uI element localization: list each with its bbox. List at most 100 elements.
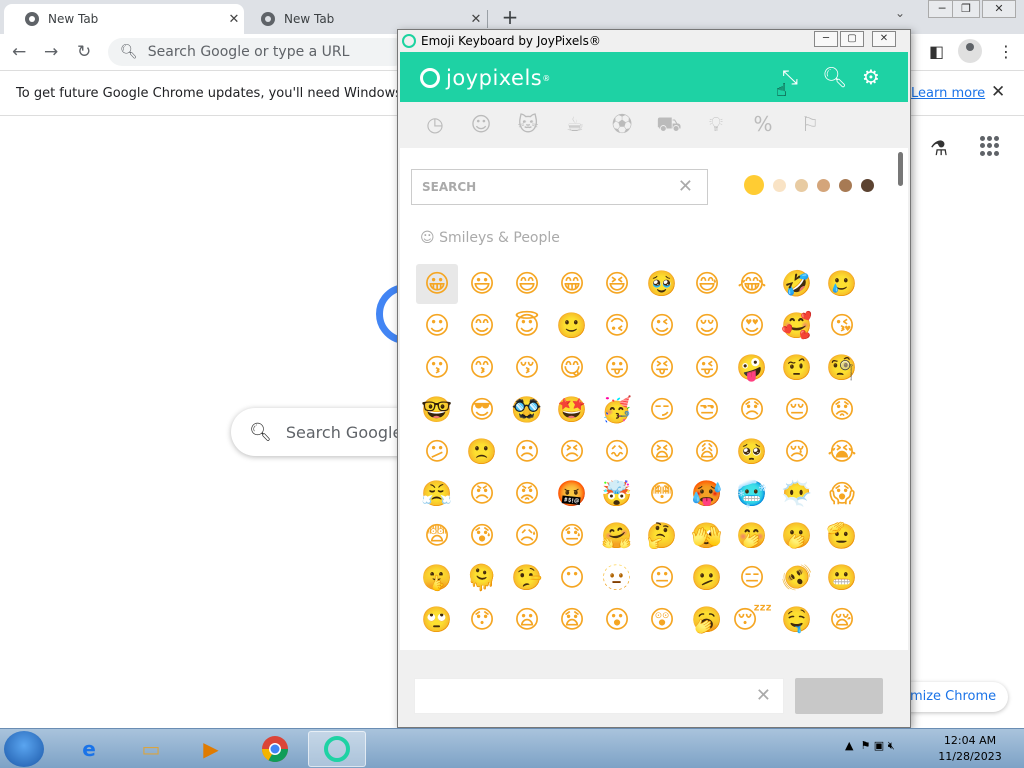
animal-cat-icon[interactable]: 🐱︎: [514, 110, 542, 138]
emoji-button[interactable]: 😛: [596, 348, 638, 388]
emoji-button[interactable]: 🥺: [731, 432, 773, 472]
emoji-button[interactable]: 😞: [731, 390, 773, 430]
close-window-button[interactable]: ✕: [982, 0, 1016, 18]
emoji-button[interactable]: 🤨: [776, 348, 818, 388]
emoji-button[interactable]: 😓: [551, 516, 593, 556]
emoji-button[interactable]: 😁: [551, 264, 593, 304]
side-panel-icon[interactable]: ◧: [929, 42, 944, 61]
reload-icon[interactable]: ↻: [77, 42, 91, 62]
sport-ball-icon[interactable]: ⚽︎: [608, 110, 636, 138]
emoji-close-button[interactable]: ✕: [872, 31, 896, 47]
emoji-button[interactable]: 😔: [776, 390, 818, 430]
emoji-button[interactable]: 🥱: [686, 600, 728, 640]
forward-arrow-icon[interactable]: →: [44, 42, 58, 62]
emoji-button[interactable]: 🥵: [686, 474, 728, 514]
emoji-button[interactable]: 😀: [416, 264, 458, 304]
emoji-button[interactable]: 😏: [641, 390, 683, 430]
emoji-button[interactable]: 😖: [596, 432, 638, 472]
tab-search-chevron-icon[interactable]: ⌄: [895, 6, 905, 20]
emoji-search-input[interactable]: SEARCH ✕: [411, 169, 708, 205]
emoji-button[interactable]: 🫠: [461, 558, 503, 598]
recent-clock-icon[interactable]: ◷: [421, 110, 449, 138]
profile-avatar[interactable]: [958, 39, 982, 63]
lightbulb-icon[interactable]: 💡︎: [702, 110, 730, 138]
emoji-button[interactable]: 😐: [641, 558, 683, 598]
emoji-button[interactable]: 🤬: [551, 474, 593, 514]
clear-output-icon[interactable]: ✕: [756, 685, 771, 706]
skin-tone-swatch[interactable]: [773, 178, 786, 192]
emoji-button[interactable]: 😉: [641, 306, 683, 346]
start-button[interactable]: [4, 731, 44, 767]
emoji-button[interactable]: 😂: [731, 264, 773, 304]
emoji-button[interactable]: 😦: [506, 600, 548, 640]
emoji-button[interactable]: 🥹: [641, 264, 683, 304]
emoji-button[interactable]: 😄: [506, 264, 548, 304]
tab-new-tab-1[interactable]: New Tab ✕: [4, 4, 244, 34]
emoji-button[interactable]: 🫢: [776, 516, 818, 556]
emoji-button[interactable]: 😜: [686, 348, 728, 388]
address-bar[interactable]: 🔍︎ Search Google or type a URL: [108, 38, 408, 66]
emoji-button[interactable]: 😋: [551, 348, 593, 388]
media-player-icon[interactable]: ▶: [182, 731, 240, 767]
emoji-button[interactable]: 😢: [776, 432, 818, 472]
emoji-button[interactable]: 🙄: [416, 600, 458, 640]
emoji-button[interactable]: 😇: [506, 306, 548, 346]
emoji-button[interactable]: 😘: [821, 306, 863, 346]
tray-icons[interactable]: ▲ ⚑ ▣ 🔇︎: [845, 739, 895, 753]
menu-kebab-icon[interactable]: ⋮: [998, 42, 1014, 61]
emoji-button[interactable]: 😕: [416, 432, 458, 472]
back-arrow-icon[interactable]: ←: [12, 42, 26, 62]
emoji-maximize-button[interactable]: ▢: [840, 31, 864, 47]
emoji-button[interactable]: 😎: [461, 390, 503, 430]
skin-tone-swatch[interactable]: [744, 175, 764, 195]
smiley-icon[interactable]: ☺: [467, 110, 495, 138]
file-explorer-icon[interactable]: ▭: [122, 731, 180, 767]
emoji-button[interactable]: 😤: [416, 474, 458, 514]
emoji-button[interactable]: 🫤: [686, 558, 728, 598]
emoji-button[interactable]: 🤣: [776, 264, 818, 304]
skin-tone-swatch[interactable]: [817, 178, 830, 192]
emoji-button[interactable]: 🤩: [551, 390, 593, 430]
settings-gear-icon[interactable]: ⚙: [862, 65, 880, 89]
emoji-button[interactable]: ☺: [416, 306, 458, 346]
flag-icon[interactable]: ⚐: [796, 110, 824, 138]
emoji-button[interactable]: 😳: [641, 474, 683, 514]
emoji-button[interactable]: 😶: [551, 558, 593, 598]
emoji-button[interactable]: 😧: [551, 600, 593, 640]
emoji-button[interactable]: 😟: [821, 390, 863, 430]
emoji-button[interactable]: 🥲: [821, 264, 863, 304]
emoji-button[interactable]: 🧐: [821, 348, 863, 388]
symbols-icon[interactable]: %: [749, 110, 777, 138]
emoji-button[interactable]: 🥶: [731, 474, 773, 514]
clear-search-icon[interactable]: ✕: [678, 176, 693, 197]
emoji-button[interactable]: 🤪: [731, 348, 773, 388]
emoji-button[interactable]: 😃: [461, 264, 503, 304]
emoji-button[interactable]: 🤔: [641, 516, 683, 556]
emoji-button[interactable]: 😱: [821, 474, 863, 514]
system-clock[interactable]: 12:04 AM 11/28/2023: [930, 733, 1010, 765]
emoji-button[interactable]: 😪: [821, 600, 863, 640]
emoji-button[interactable]: 😡: [506, 474, 548, 514]
emoji-button[interactable]: 🫥: [596, 558, 638, 598]
emoji-button[interactable]: 😬: [821, 558, 863, 598]
labs-flask-icon[interactable]: ⚗: [930, 136, 948, 160]
emoji-button[interactable]: 🙁: [461, 432, 503, 472]
emoji-button[interactable]: 😩: [686, 432, 728, 472]
emoji-button[interactable]: 😑: [731, 558, 773, 598]
emoji-button[interactable]: 🤗: [596, 516, 638, 556]
emoji-button[interactable]: 🙂: [551, 306, 593, 346]
apps-grid-icon[interactable]: [980, 136, 1000, 156]
learn-more-link[interactable]: Learn more: [911, 86, 985, 101]
internet-explorer-icon[interactable]: e: [60, 731, 118, 767]
infobar-close-icon[interactable]: ✕: [991, 82, 1005, 102]
emoji-button[interactable]: 🤭: [731, 516, 773, 556]
emoji-button[interactable]: 😲: [641, 600, 683, 640]
emoji-button[interactable]: 🥸: [506, 390, 548, 430]
emoji-output-field[interactable]: ✕: [414, 678, 784, 714]
emoji-button[interactable]: 😯: [461, 600, 503, 640]
emoji-button[interactable]: 😅: [686, 264, 728, 304]
emoji-button[interactable]: 😚: [506, 348, 548, 388]
joypixels-taskbar-icon[interactable]: [308, 731, 366, 767]
search-icon[interactable]: 🔍︎: [822, 65, 847, 89]
emoji-button[interactable]: 🫡: [821, 516, 863, 556]
